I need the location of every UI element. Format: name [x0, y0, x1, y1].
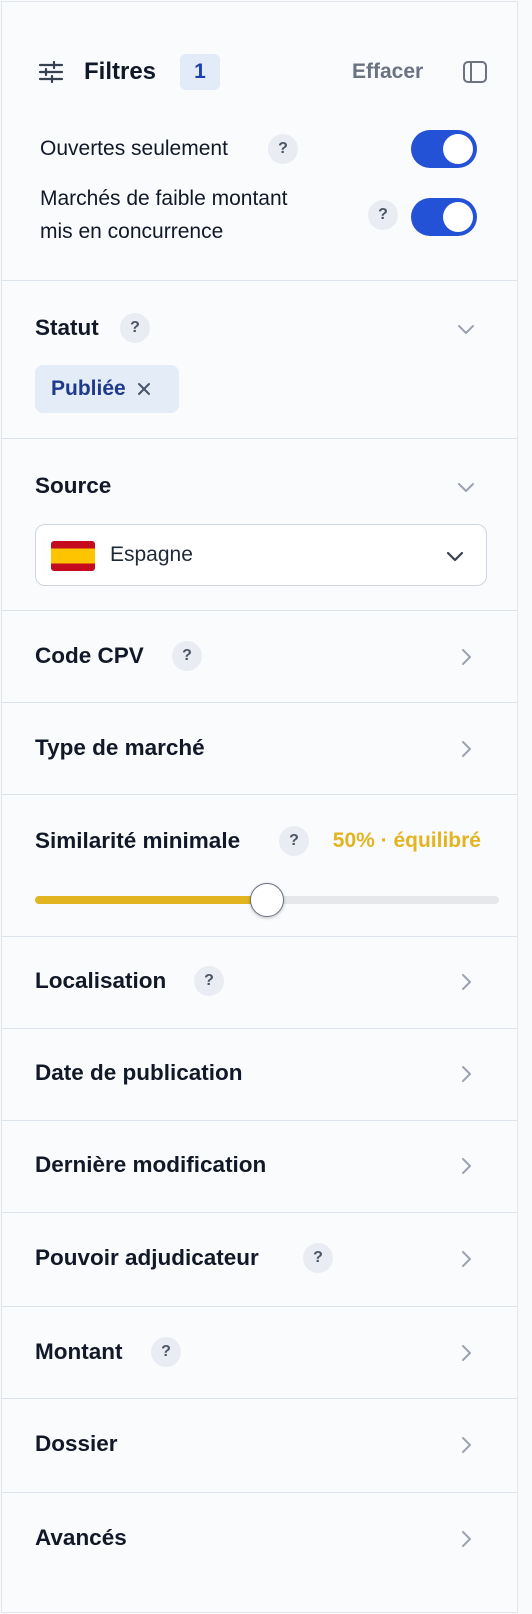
filters-panel: Filtres 1 Effacer Ouvertes seulement ? M… [1, 1, 518, 1613]
section-title: Dernière modification [35, 1152, 267, 1177]
section-title: Avancés [35, 1525, 127, 1550]
section-derniere-modification[interactable]: Dernière modification [2, 1121, 517, 1213]
section-montant[interactable]: Montant ? [2, 1307, 517, 1399]
source-select-value: Espagne [110, 543, 193, 566]
section-title: Localisation [35, 968, 167, 993]
section-title: Date de publication [35, 1060, 243, 1085]
chevron-right-icon[interactable] [455, 1342, 477, 1364]
section-avances[interactable]: Avancés [2, 1493, 517, 1612]
section-localisation[interactable]: Localisation ? [2, 937, 517, 1029]
section-dossier[interactable]: Dossier [2, 1399, 517, 1493]
low-amount-toggle[interactable] [411, 198, 477, 236]
chevron-down-icon[interactable] [455, 476, 477, 498]
section-title: Code CPV [35, 643, 144, 668]
toggle-low-amount-row: Marchés de faible montant mis en concurr… [40, 182, 477, 252]
section-title[interactable]: Source [35, 471, 111, 501]
status-chip[interactable]: Publiée [35, 365, 179, 413]
toggle-knob [443, 202, 473, 232]
help-icon[interactable]: ? [120, 313, 150, 343]
chevron-right-icon[interactable] [455, 1063, 477, 1085]
section-statut: Statut ? Publiée [2, 281, 517, 439]
filters-header: Filtres 1 Effacer Ouvertes seulement ? M… [2, 2, 517, 281]
toggle-low-amount-label-line1: Marchés de faible montant [40, 187, 288, 210]
section-title: Dossier [35, 1431, 118, 1456]
chevron-right-icon[interactable] [455, 1434, 477, 1456]
toggle-knob [443, 134, 473, 164]
open-only-toggle[interactable] [411, 130, 477, 168]
chevron-right-icon[interactable] [455, 738, 477, 760]
section-title: Type de marché [35, 735, 205, 760]
chevron-right-icon[interactable] [455, 1155, 477, 1177]
chevron-down-icon[interactable] [455, 318, 477, 340]
toggle-low-amount-label-line2: mis en concurrence [40, 220, 224, 243]
page-title: Filtres [84, 58, 157, 85]
sliders-icon [38, 60, 64, 84]
help-icon[interactable]: ? [303, 1243, 333, 1273]
sidebar-panel-icon[interactable] [462, 59, 488, 85]
help-icon[interactable]: ? [368, 200, 398, 230]
help-icon[interactable]: ? [172, 641, 202, 671]
section-similarite: Similarité minimale ? 50% · équilibré [2, 795, 517, 937]
section-code-cpv[interactable]: Code CPV ? [2, 611, 517, 703]
active-filters-badge: 1 [180, 54, 220, 90]
section-type-marche[interactable]: Type de marché [2, 703, 517, 795]
toggle-open-only-label: Ouvertes seulement [40, 137, 228, 160]
status-chip-label: Publiée [51, 377, 126, 400]
header-row: Filtres 1 Effacer [38, 52, 517, 92]
similarity-value: 50% · équilibré [332, 829, 481, 852]
slider-handle[interactable] [250, 883, 284, 917]
toggle-open-only-row: Ouvertes seulement ? [40, 130, 477, 168]
section-title: Pouvoir adjudicateur [35, 1245, 259, 1270]
similarity-slider[interactable] [35, 883, 499, 917]
help-icon[interactable]: ? [194, 966, 224, 996]
section-title: Montant [35, 1339, 123, 1364]
section-date-publication[interactable]: Date de publication [2, 1029, 517, 1121]
source-select[interactable]: Espagne [35, 524, 487, 586]
chevron-right-icon[interactable] [455, 1528, 477, 1550]
close-icon[interactable] [136, 381, 152, 397]
section-pouvoir-adjudicateur[interactable]: Pouvoir adjudicateur ? [2, 1213, 517, 1307]
chevron-right-icon[interactable] [455, 646, 477, 668]
section-title[interactable]: Statut [35, 313, 99, 343]
help-icon[interactable]: ? [268, 134, 298, 164]
chevron-right-icon[interactable] [455, 971, 477, 993]
spain-flag-icon [51, 541, 95, 571]
chevron-down-icon [444, 545, 466, 567]
slider-fill [35, 896, 267, 904]
help-icon[interactable]: ? [279, 826, 309, 856]
section-source: Source Espagne [2, 439, 517, 611]
clear-filters-button[interactable]: Effacer [352, 56, 423, 88]
chevron-right-icon[interactable] [455, 1248, 477, 1270]
section-title: Similarité minimale [35, 828, 241, 853]
help-icon[interactable]: ? [151, 1337, 181, 1367]
